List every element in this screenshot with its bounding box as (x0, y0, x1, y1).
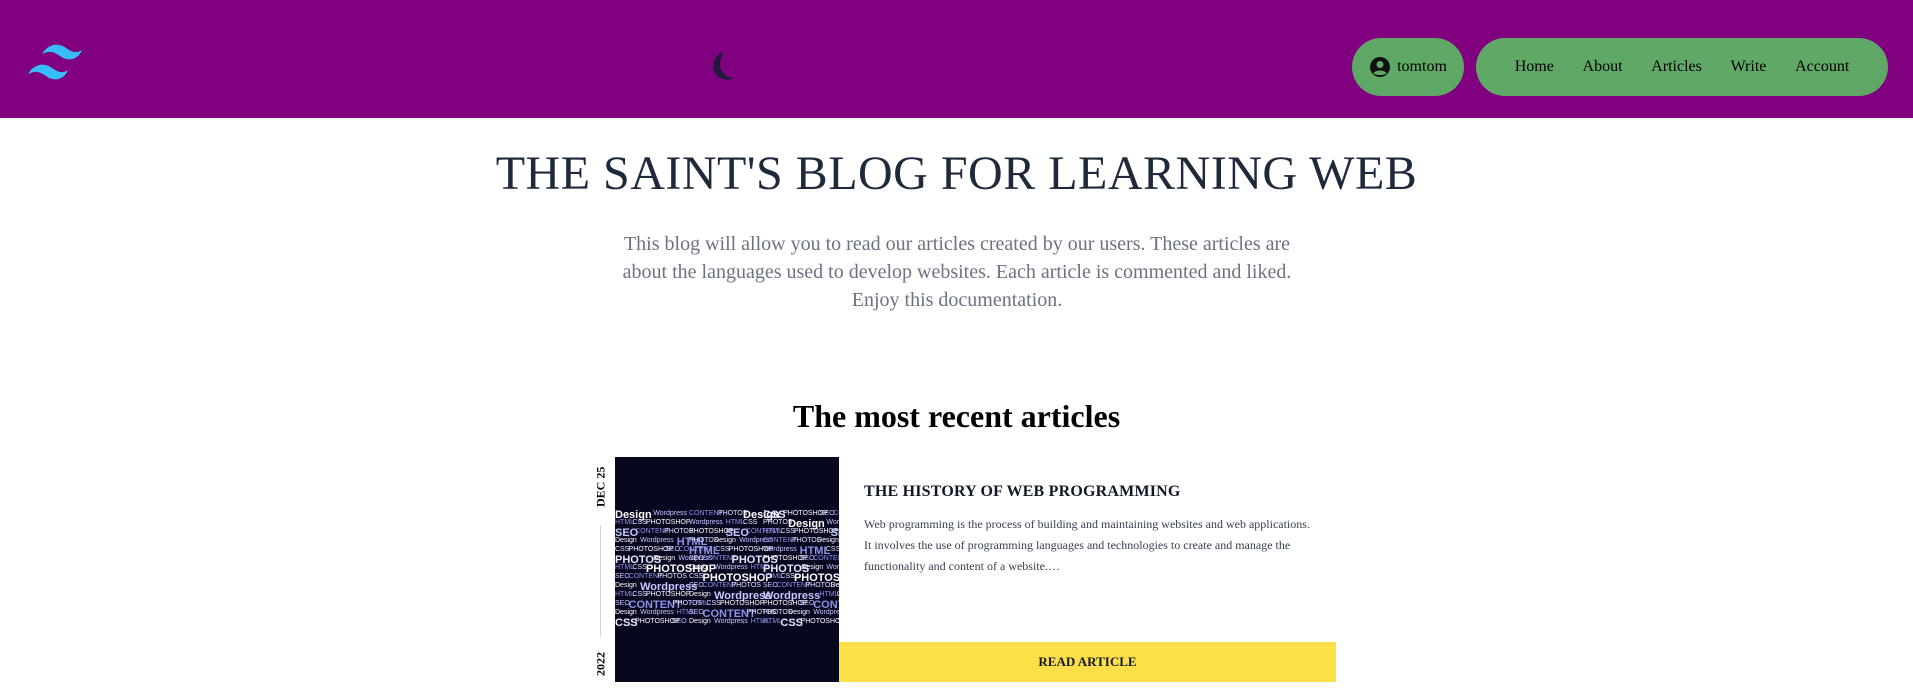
article-date-day: DEC 25 (593, 466, 608, 508)
main-nav: Home About Articles Write Account (1476, 38, 1888, 96)
svg-text:SEO: SEO (672, 618, 687, 625)
tailwind-logo-icon[interactable] (24, 40, 96, 88)
nav-about[interactable]: About (1583, 58, 1623, 76)
svg-text:HTML: HTML (615, 519, 634, 526)
svg-text:Design: Design (689, 591, 711, 598)
read-article-button[interactable]: READ ARTICLE (839, 642, 1336, 682)
article-excerpt: Web programming is the process of buildi… (864, 517, 1310, 573)
svg-text:Wordpress: Wordpress (763, 546, 797, 553)
svg-text:CSS: CSS (615, 546, 630, 553)
svg-text:CSS: CSS (632, 519, 647, 526)
svg-text:CSS: CSS (780, 573, 795, 580)
svg-text:HTML: HTML (763, 528, 782, 535)
svg-text:Design: Design (615, 537, 637, 544)
page-description: This blog will allow you to read our art… (622, 233, 1292, 311)
svg-text:HTML: HTML (615, 591, 634, 598)
user-circle-icon (1370, 57, 1391, 77)
svg-text:HTML: HTML (689, 600, 708, 607)
username-label: tomtom (1397, 58, 1447, 75)
moon-icon[interactable] (704, 48, 740, 84)
svg-text:CONTENT: CONTENT (813, 555, 839, 562)
svg-text:Wordpress: Wordpress (714, 618, 748, 625)
svg-text:CSS: CSS (689, 573, 704, 580)
svg-text:Wordpress: Wordpress (714, 564, 748, 571)
svg-text:PHOTOSHOP: PHOTOSHOP (720, 600, 765, 607)
article-date-year: 2022 (593, 652, 608, 676)
svg-text:Wordpress: Wordpress (813, 609, 839, 616)
svg-text:Design: Design (615, 609, 637, 616)
article-title[interactable]: THE HISTORY OF WEB PROGRAMMING (864, 483, 1181, 501)
svg-text:PHOTOS: PHOTOS (732, 582, 762, 589)
svg-text:Design: Design (689, 564, 711, 571)
nav-account[interactable]: Account (1795, 58, 1849, 76)
svg-text:Wordpress: Wordpress (689, 519, 723, 526)
svg-text:CSS: CSS (715, 546, 730, 553)
svg-text:CSS: CSS (632, 564, 647, 571)
user-menu-button[interactable]: tomtom (1352, 38, 1464, 96)
svg-text:Wordpress: Wordpress (826, 564, 839, 571)
article-thumbnail[interactable]: Design Wordpress HTML CSS PHOTOSHOP SEO CONTEN… (615, 457, 839, 682)
svg-text:Design: Design (653, 555, 675, 562)
svg-text:HTML: HTML (726, 519, 745, 526)
svg-text:PHOTOSHOP: PHOTOSHOP (646, 519, 691, 526)
svg-text:Design: Design (788, 609, 810, 616)
svg-text:HTML: HTML (763, 573, 782, 580)
svg-text:Wordpress: Wordpress (640, 609, 674, 616)
article-card-body: THE HISTORY OF WEB PROGRAMMING Web progr… (839, 457, 1336, 682)
svg-text:Design: Design (801, 564, 823, 571)
svg-text:Wordpress: Wordpress (640, 537, 674, 544)
svg-text:CSS: CSS (743, 519, 758, 526)
svg-text:PHOTOSHOP: PHOTOSHOP (646, 591, 691, 598)
svg-text:HTML: HTML (763, 618, 782, 625)
web-word-cloud-image: Design WordpressHTMLCSS PHOTOSHOPSEOCONTEN… (615, 457, 839, 682)
svg-text:Design: Design (714, 537, 736, 544)
page-title: THE SAINT'S BLOG FOR LEARNING WEB (495, 147, 1418, 200)
svg-text:CSS: CSS (706, 600, 721, 607)
nav-home[interactable]: Home (1515, 58, 1554, 76)
svg-text:Design: Design (615, 582, 637, 589)
article-date: DEC 25 2022 (588, 457, 614, 682)
svg-text:CSS: CSS (780, 528, 795, 535)
nav-articles[interactable]: Articles (1651, 58, 1702, 76)
svg-text:HTML: HTML (615, 564, 634, 571)
svg-text:Design: Design (689, 618, 711, 625)
recent-articles-heading: The most recent articles (792, 398, 1121, 434)
svg-text:Design: Design (817, 537, 839, 544)
top-navbar: tomtom Home About Articles Write Account (0, 0, 1913, 118)
article-card: DEC 25 2022 Design Wordpress HTML CSS PHOTOS… (588, 457, 1336, 682)
svg-text:CSS: CSS (632, 591, 647, 598)
nav-write[interactable]: Write (1731, 58, 1767, 76)
svg-text:PHOTOSHOP: PHOTOSHOP (801, 618, 839, 625)
svg-text:CSS: CSS (826, 546, 839, 553)
svg-text:Design: Design (831, 582, 839, 589)
svg-text:HTML: HTML (819, 591, 838, 598)
svg-text:PHOTOS: PHOTOS (658, 573, 688, 580)
svg-text:Wordpress: Wordpress (653, 510, 687, 517)
svg-text:Wordpress: Wordpress (826, 519, 839, 526)
date-divider (600, 525, 601, 637)
